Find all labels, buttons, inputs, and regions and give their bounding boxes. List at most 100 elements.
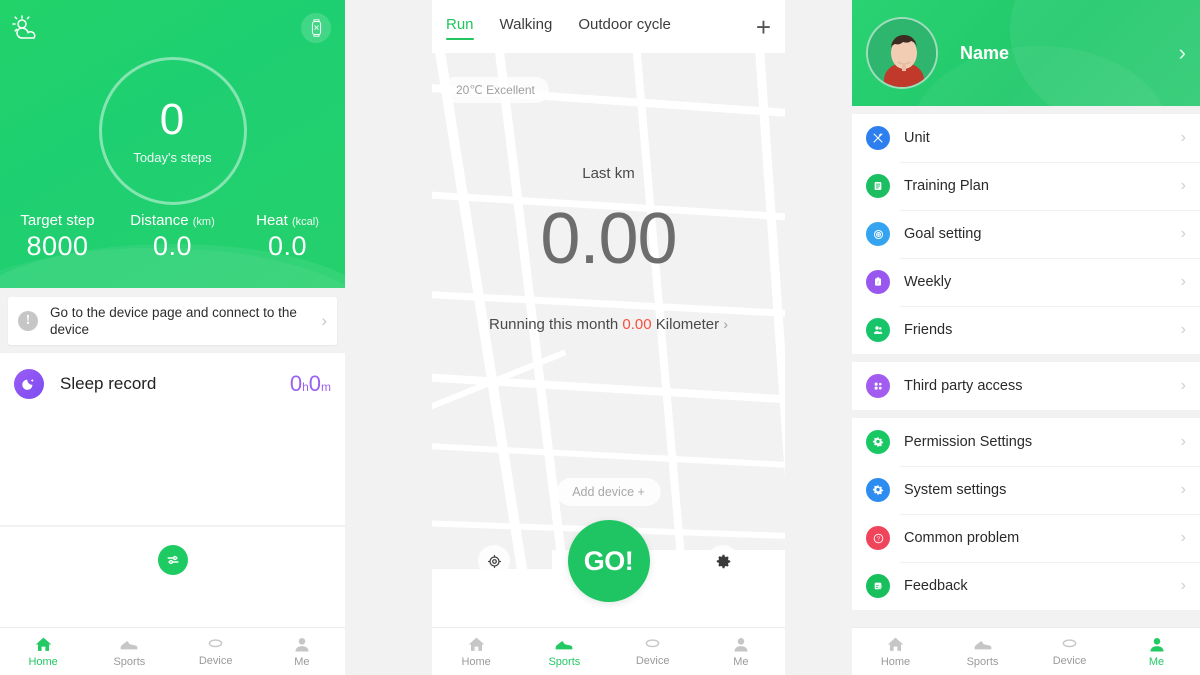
menu-label: Friends [904, 322, 953, 338]
edit-note-icon [866, 574, 890, 598]
band-icon [1062, 638, 1077, 647]
menu-item-unit[interactable]: Unit › [852, 114, 1200, 162]
tab-label: Device [635, 654, 670, 667]
moon-icon [14, 369, 44, 399]
menu-item-goal-setting[interactable]: Goal setting › [852, 210, 1200, 258]
chevron-right-icon: › [1180, 273, 1186, 290]
last-km-label: Last km [582, 165, 635, 182]
map-background[interactable]: 20℃ Excellent Last km 0.00 Running this … [432, 53, 785, 623]
sliders-icon[interactable] [157, 545, 188, 575]
tab-home[interactable]: Home [0, 635, 86, 668]
tab-device[interactable]: Device [609, 637, 697, 667]
sleep-duration-value: 0h0m [290, 371, 331, 397]
go-button[interactable]: GO! [567, 520, 650, 602]
tab-label: Sports [966, 656, 999, 668]
sleep-minutes-unit: m [321, 380, 331, 394]
sleep-record-card: Sleep record 0h0m [0, 353, 345, 525]
map-road [491, 53, 582, 623]
stat-value: 8000 [26, 231, 89, 261]
sun-cloud-icon[interactable] [10, 14, 42, 44]
stat-unit-text: (kcal) [291, 216, 319, 228]
steps-label: Today's steps [133, 149, 212, 165]
menu-label: Training Plan [904, 178, 989, 194]
tab-label: Device [1052, 654, 1087, 667]
menu-item-weekly[interactable]: 7 Weekly › [852, 258, 1200, 306]
tab-run[interactable]: Run [446, 16, 474, 40]
chevron-right-icon: › [1180, 481, 1186, 498]
tab-me[interactable]: Me [259, 636, 345, 668]
home-icon [468, 637, 484, 651]
menu-item-common-problem[interactable]: ? Common problem › [852, 514, 1200, 562]
gear-icon [866, 478, 890, 502]
tab-sports[interactable]: Sports [86, 635, 172, 668]
clipboard-icon [866, 174, 890, 198]
gear-icon[interactable] [707, 545, 739, 577]
chevron-right-icon: › [1180, 129, 1186, 146]
add-device-chip[interactable]: Add device + [556, 478, 661, 506]
home-icon [887, 637, 904, 651]
tab-sports[interactable]: Sports [520, 635, 608, 668]
ruler-pen-icon [866, 126, 890, 150]
stat-target-step: Target step 8000 [0, 212, 115, 262]
menu-item-training-plan[interactable]: Training Plan › [852, 162, 1200, 210]
menu-item-feedback[interactable]: Feedback › [852, 562, 1200, 610]
sports-tabbar: Home Sports Device Me [432, 627, 785, 675]
map-road [432, 371, 785, 407]
settings-group-3: Permission Settings › System settings › … [852, 418, 1200, 610]
todays-steps-ring[interactable]: 0 Today's steps [98, 57, 247, 205]
month-value: 0.00 [622, 316, 652, 333]
tab-home[interactable]: Home [432, 635, 520, 668]
chevron-right-icon: › [1180, 433, 1186, 450]
menu-label: Goal setting [904, 226, 982, 242]
sleep-minutes: 0 [308, 371, 321, 396]
tab-label: Me [294, 655, 310, 668]
menu-label: Permission Settings [904, 434, 1033, 450]
tab-label: Me [1148, 655, 1165, 668]
home-icon [35, 637, 51, 651]
profile-name: Name [960, 42, 1010, 63]
tab-walking[interactable]: Walking [500, 16, 553, 37]
map-road [432, 53, 542, 623]
home-stats-row: Target step 8000 Distance (km) 0.0 Heat [0, 212, 345, 262]
menu-item-permission-settings[interactable]: Permission Settings › [852, 418, 1200, 466]
monthly-distance-line[interactable]: Running this month 0.00 Kilometer › [432, 316, 785, 333]
people-icon [866, 318, 890, 342]
home-tabbar: Home Sports Device Me [0, 627, 345, 675]
target-icon[interactable] [478, 545, 510, 577]
me-tabbar: Home Sports Device Me [852, 627, 1200, 675]
tab-me[interactable]: Me [697, 636, 785, 668]
menu-item-friends[interactable]: Friends › [852, 306, 1200, 354]
plus-icon[interactable]: + [756, 14, 771, 40]
band-icon [208, 638, 223, 647]
tab-home[interactable]: Home [852, 635, 939, 668]
chevron-right-icon: › [1180, 577, 1186, 594]
tab-label: Home [461, 656, 491, 668]
tab-label: Home [28, 656, 58, 668]
stat-title: Heat (kcal) [230, 212, 345, 229]
tab-device[interactable]: Device [173, 637, 259, 667]
tab-device[interactable]: Device [1026, 637, 1113, 667]
tab-me[interactable]: Me [1113, 636, 1200, 668]
tab-label: Home [880, 656, 911, 668]
menu-item-third-party-access[interactable]: Third party access › [852, 362, 1200, 410]
tab-label: Device [198, 654, 233, 667]
gear-icon [866, 430, 890, 454]
connect-device-notice[interactable]: ! Go to the device page and connect to t… [8, 297, 337, 345]
stat-title-text: Distance [130, 212, 189, 229]
menu-label: Weekly [904, 274, 952, 290]
chevron-right-icon: › [1178, 40, 1186, 65]
sleep-record-label: Sleep record [60, 374, 157, 393]
tab-outdoor-cycle[interactable]: Outdoor cycle [578, 16, 671, 37]
chevron-right-icon: › [321, 311, 327, 330]
person-icon [295, 637, 309, 652]
me-panel: Name › Unit › Training Plan › Goal setti… [852, 0, 1200, 675]
tab-label: Me [733, 655, 749, 668]
svg-text:?: ? [876, 536, 879, 542]
profile-header[interactable]: Name › [852, 0, 1200, 106]
sleep-record-row[interactable]: Sleep record 0h0m [0, 353, 345, 415]
wearable-device-icon[interactable] [301, 13, 331, 43]
user-avatar[interactable] [866, 17, 938, 89]
settings-group-2: Third party access › [852, 362, 1200, 410]
menu-item-system-settings[interactable]: System settings › [852, 466, 1200, 514]
tab-sports[interactable]: Sports [939, 635, 1026, 668]
